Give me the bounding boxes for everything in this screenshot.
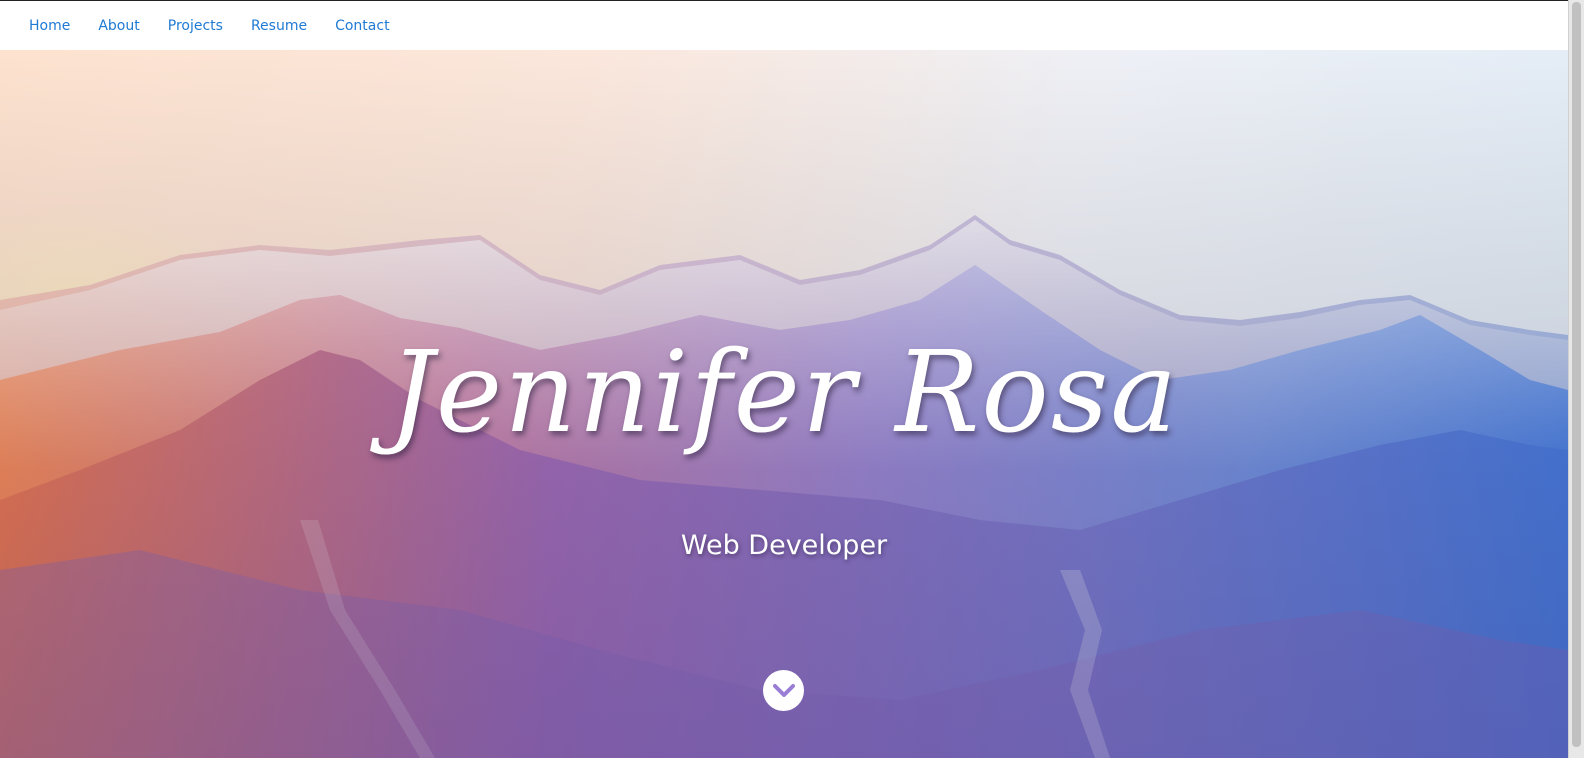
page: Home About Projects Resume Contact Jenni…: [0, 0, 1584, 758]
hero-subtitle: Web Developer: [680, 530, 888, 561]
scroll-down-button[interactable]: [763, 670, 804, 711]
nav-link-about[interactable]: About: [98, 18, 139, 34]
top-nav: Home About Projects Resume Contact: [0, 0, 1568, 50]
nav-link-projects[interactable]: Projects: [168, 18, 223, 34]
nav-link-contact[interactable]: Contact: [335, 18, 389, 34]
scrollbar-thumb[interactable]: [1572, 2, 1581, 747]
hero-section: Jennifer Rosa Web Developer: [0, 50, 1568, 758]
nav-link-home[interactable]: Home: [29, 18, 70, 34]
chevron-down-icon: [772, 683, 795, 697]
hero-title: Jennifer Rosa: [388, 328, 1180, 458]
nav-link-resume[interactable]: Resume: [251, 18, 307, 34]
page-scrollbar[interactable]: [1568, 0, 1584, 758]
